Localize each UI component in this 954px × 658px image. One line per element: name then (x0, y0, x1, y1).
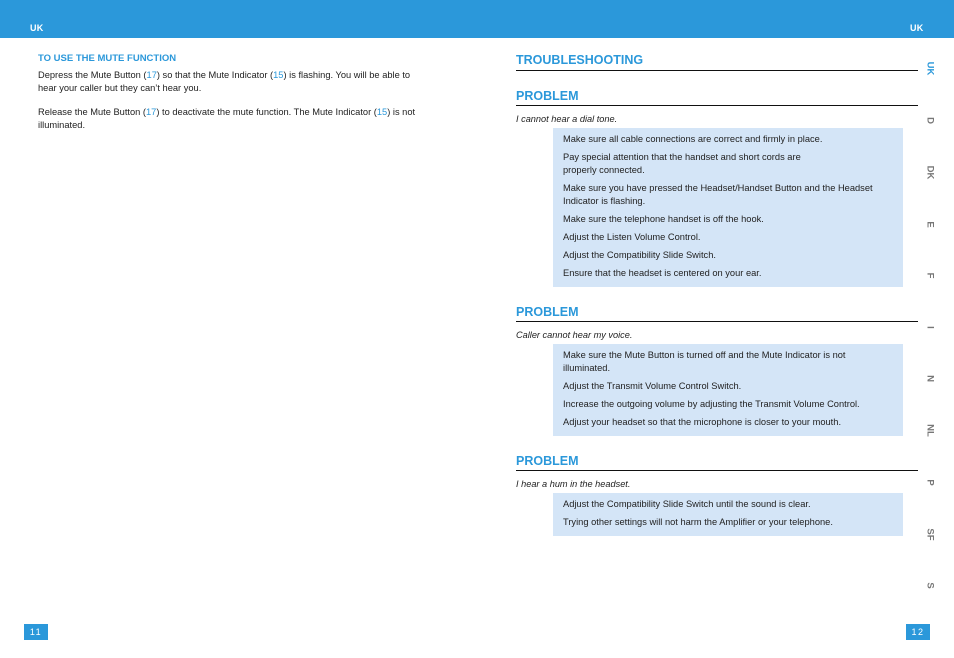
header-bar: UK UK (0, 0, 954, 38)
problem-description: Caller cannot hear my voice. (516, 330, 633, 340)
problem-heading: PROBLEM (516, 89, 918, 106)
solution-item: Make sure you have pressed the Headset/H… (563, 183, 873, 206)
header-language-left: UK (30, 23, 44, 33)
solution-item: Adjust the Listen Volume Control. (563, 232, 701, 242)
solution-item: Adjust the Compatibility Slide Switch. (563, 250, 716, 260)
solution-item: Make sure the Mute Button is turned off … (563, 350, 846, 373)
problem-heading: PROBLEM (516, 305, 918, 322)
solution-item: Trying other settings will not harm the … (563, 517, 833, 527)
solution-item: Ensure that the headset is centered on y… (563, 268, 762, 278)
solution-item: Adjust the Transmit Volume Control Switc… (563, 381, 742, 391)
problem-block: PROBLEM I cannot hear a dial tone. Make … (516, 89, 918, 287)
problem-heading: PROBLEM (516, 454, 918, 471)
solution-item: Adjust your headset so that the micropho… (563, 417, 842, 427)
language-tab-n[interactable]: N (925, 372, 936, 386)
text: Depress the Mute Button ( (38, 70, 147, 80)
language-tab-dk[interactable]: DK (925, 166, 936, 180)
language-tab-e[interactable]: E (925, 218, 936, 232)
solution-item: Pay special attention that the handset a… (563, 152, 801, 175)
language-tab-d[interactable]: D (925, 114, 936, 128)
language-tab-nl[interactable]: NL (925, 424, 936, 438)
reference-number: 15 (376, 107, 388, 117)
language-tab-p[interactable]: P (925, 476, 936, 490)
solutions-box: Adjust the Compatibility Slide Switch un… (553, 493, 903, 536)
left-page-content: TO USE THE MUTE FUNCTION Depress the Mut… (38, 53, 428, 143)
solutions-box: Make sure the Mute Button is turned off … (553, 344, 903, 436)
solution-item: Make sure the telephone handset is off t… (563, 214, 764, 224)
troubleshooting-title: TROUBLESHOOTING (516, 53, 918, 71)
paragraph-depress: Depress the Mute Button (17) so that the… (38, 69, 428, 95)
text: ) to deactivate the mute function. The M… (156, 107, 377, 117)
text: Release the Mute Button ( (38, 107, 147, 117)
solution-item: Adjust the Compatibility Slide Switch un… (563, 499, 811, 509)
text: ) so that the Mute Indicator ( (156, 70, 274, 80)
problem-description: I hear a hum in the headset. (516, 479, 631, 489)
problem-description: I cannot hear a dial tone. (516, 114, 618, 124)
right-page-content: TROUBLESHOOTING PROBLEM I cannot hear a … (516, 53, 918, 536)
language-tab-i[interactable]: I (925, 321, 936, 335)
problem-block: PROBLEM Caller cannot hear my voice. Mak… (516, 305, 918, 436)
language-tab-s[interactable]: S (925, 579, 936, 593)
page-number-left: 11 (24, 624, 48, 640)
page-number-right: 12 (906, 624, 930, 640)
solutions-box: Make sure all cable connections are corr… (553, 128, 903, 287)
reference-number: 17 (146, 107, 157, 117)
section-title: TO USE THE MUTE FUNCTION (38, 53, 177, 64)
language-tab-sf[interactable]: SF (925, 528, 936, 542)
reference-number: 17 (146, 70, 157, 80)
solution-item: Increase the outgoing volume by adjustin… (563, 399, 860, 409)
problem-block: PROBLEM I hear a hum in the headset. Adj… (516, 454, 918, 536)
language-tab-uk[interactable]: UK (925, 62, 936, 76)
solution-item: Make sure all cable connections are corr… (563, 134, 823, 144)
reference-number: 15 (273, 70, 284, 80)
paragraph-release: Release the Mute Button (17) to deactiva… (38, 106, 428, 132)
header-language-right: UK (910, 23, 924, 33)
language-tab-f[interactable]: F (925, 269, 936, 283)
